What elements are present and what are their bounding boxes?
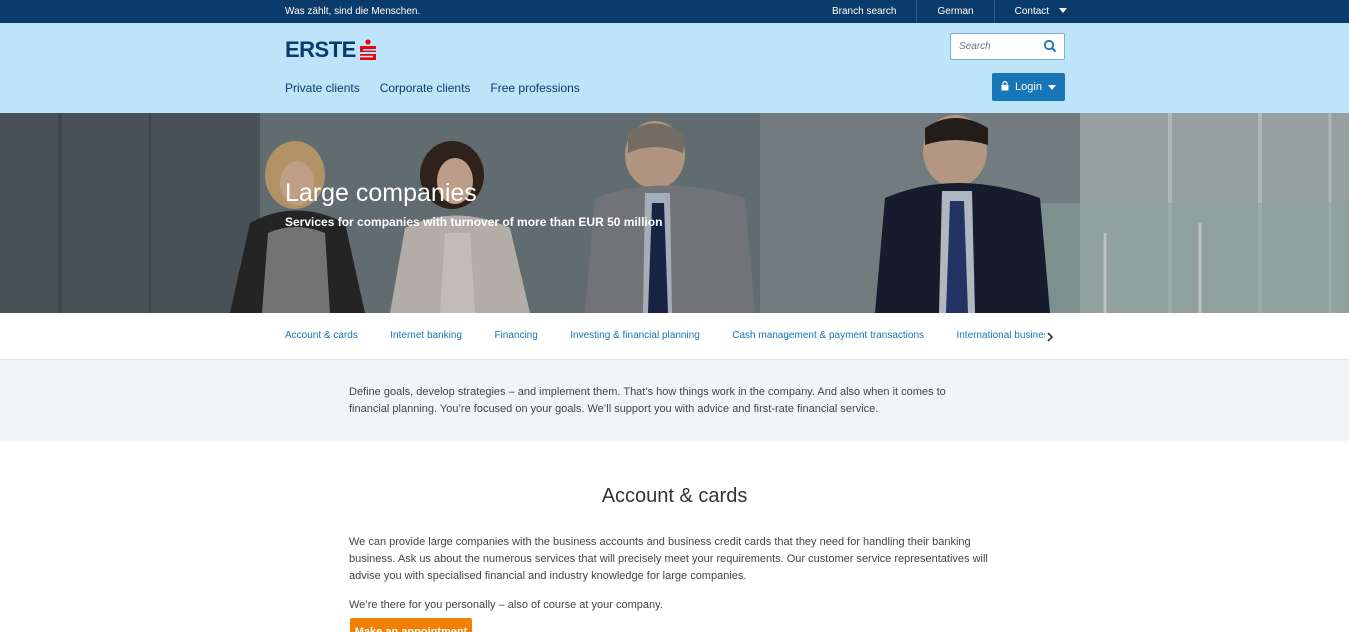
site-header: ERSTE Private clients Corporate clients … [0,23,1349,113]
tab-account-cards[interactable]: Account & cards [285,313,358,359]
language-link[interactable]: German [916,0,993,23]
nav-private-clients[interactable]: Private clients [285,81,360,95]
section-title: Account & cards [601,485,748,507]
intro-section: Define goals, develop strategies – and i… [0,360,1349,441]
contact-link[interactable]: Contact [993,0,1087,23]
search-box [950,33,1065,60]
nav-corporate-clients[interactable]: Corporate clients [380,81,471,95]
main-nav: Private clients Corporate clients Free p… [285,81,580,95]
search-input[interactable] [951,34,1036,59]
page-subtitle: Services for companies with turnover of … [285,215,663,229]
section-paragraph-personal: We’re there for you personally – also of… [349,599,663,611]
lock-icon [1001,80,1009,94]
section-paragraph: We can provide large companies with the … [349,536,988,582]
product-tabs: Account & cards Internet banking Financi… [0,313,1349,360]
chevron-right-icon[interactable] [1044,330,1056,342]
contact-label: Contact [1014,6,1050,17]
branch-search-link[interactable]: Branch search [812,0,916,23]
hero-photo [0,113,1349,313]
make-appointment-button[interactable]: Make an appointment [350,618,472,632]
tab-internet-banking[interactable]: Internet banking [390,313,462,359]
slogan: Was zählt, sind die Menschen. [285,6,421,17]
nav-free-professions[interactable]: Free professions [490,81,579,95]
page-title: Large companies [285,179,477,207]
tabs-scroller: Account & cards Internet banking Financi… [285,313,1045,359]
hero-banner: Large companies Services for companies w… [0,113,1349,313]
login-button[interactable]: Login [992,73,1065,101]
tab-investing[interactable]: Investing & financial planning [570,313,700,359]
savings-bank-logo-icon [359,39,376,61]
chevron-down-icon [1047,84,1056,90]
tab-cash-management[interactable]: Cash management & payment transactions [732,313,924,359]
intro-text: Define goals, develop strategies – and i… [349,386,946,415]
logo-text: ERSTE [285,37,356,62]
login-label: Login [1015,81,1042,93]
search-icon[interactable] [1043,39,1057,53]
erste-logo[interactable]: ERSTE [285,37,376,63]
top-links: Branch search German Contact [812,0,1087,23]
chevron-down-icon [1059,8,1068,13]
top-bar: Was zählt, sind die Menschen. Branch sea… [0,0,1349,23]
tab-international-business[interactable]: International business [956,313,1045,359]
tab-financing[interactable]: Financing [494,313,537,359]
